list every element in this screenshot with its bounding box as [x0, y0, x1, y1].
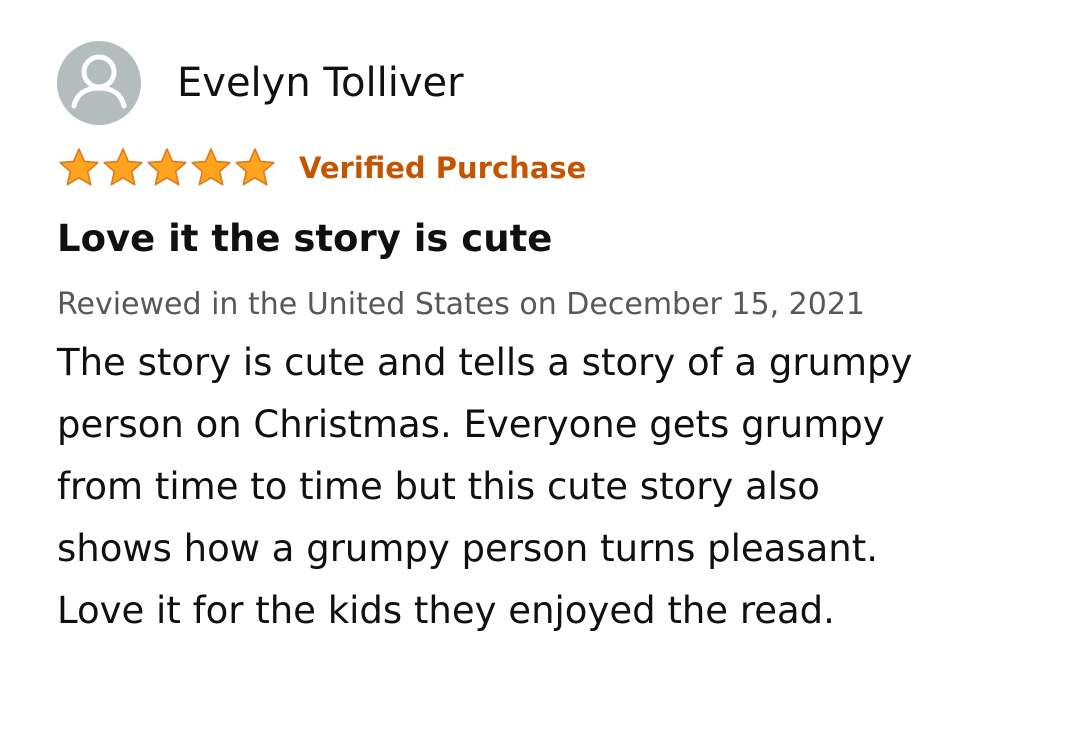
star-icon — [147, 148, 187, 186]
avatar[interactable] — [57, 41, 141, 125]
review-date: Reviewed in the United States on Decembe… — [57, 287, 866, 322]
star-icon — [191, 148, 231, 186]
star-icon — [59, 148, 99, 186]
review-body-line: person on Christmas. Everyone gets grump… — [57, 403, 885, 446]
verified-purchase-badge[interactable]: Verified Purchase — [299, 150, 586, 186]
review-body-line: from time to time but this cute story al… — [57, 465, 820, 508]
reviewer-name[interactable]: Evelyn Tolliver — [177, 59, 464, 107]
star-icon — [103, 148, 143, 186]
review-body-line: Love it for the kids they enjoyed the re… — [57, 589, 835, 632]
review-body-line: The story is cute and tells a story of a… — [57, 341, 913, 384]
review-body-line: shows how a grumpy person turns pleasant… — [57, 527, 879, 570]
review-body: The story is cute and tells a story of a… — [57, 332, 1047, 642]
rating-row: Verified Purchase — [57, 146, 1047, 190]
user-silhouette-icon — [71, 54, 127, 109]
star-rating[interactable] — [57, 146, 279, 190]
review-title: Love it the story is cute — [57, 217, 553, 260]
customer-review: Evelyn Tolliver Verified Purchase Love i… — [57, 40, 1047, 642]
star-icon — [235, 148, 275, 186]
reviewer-profile[interactable]: Evelyn Tolliver — [57, 40, 1047, 126]
